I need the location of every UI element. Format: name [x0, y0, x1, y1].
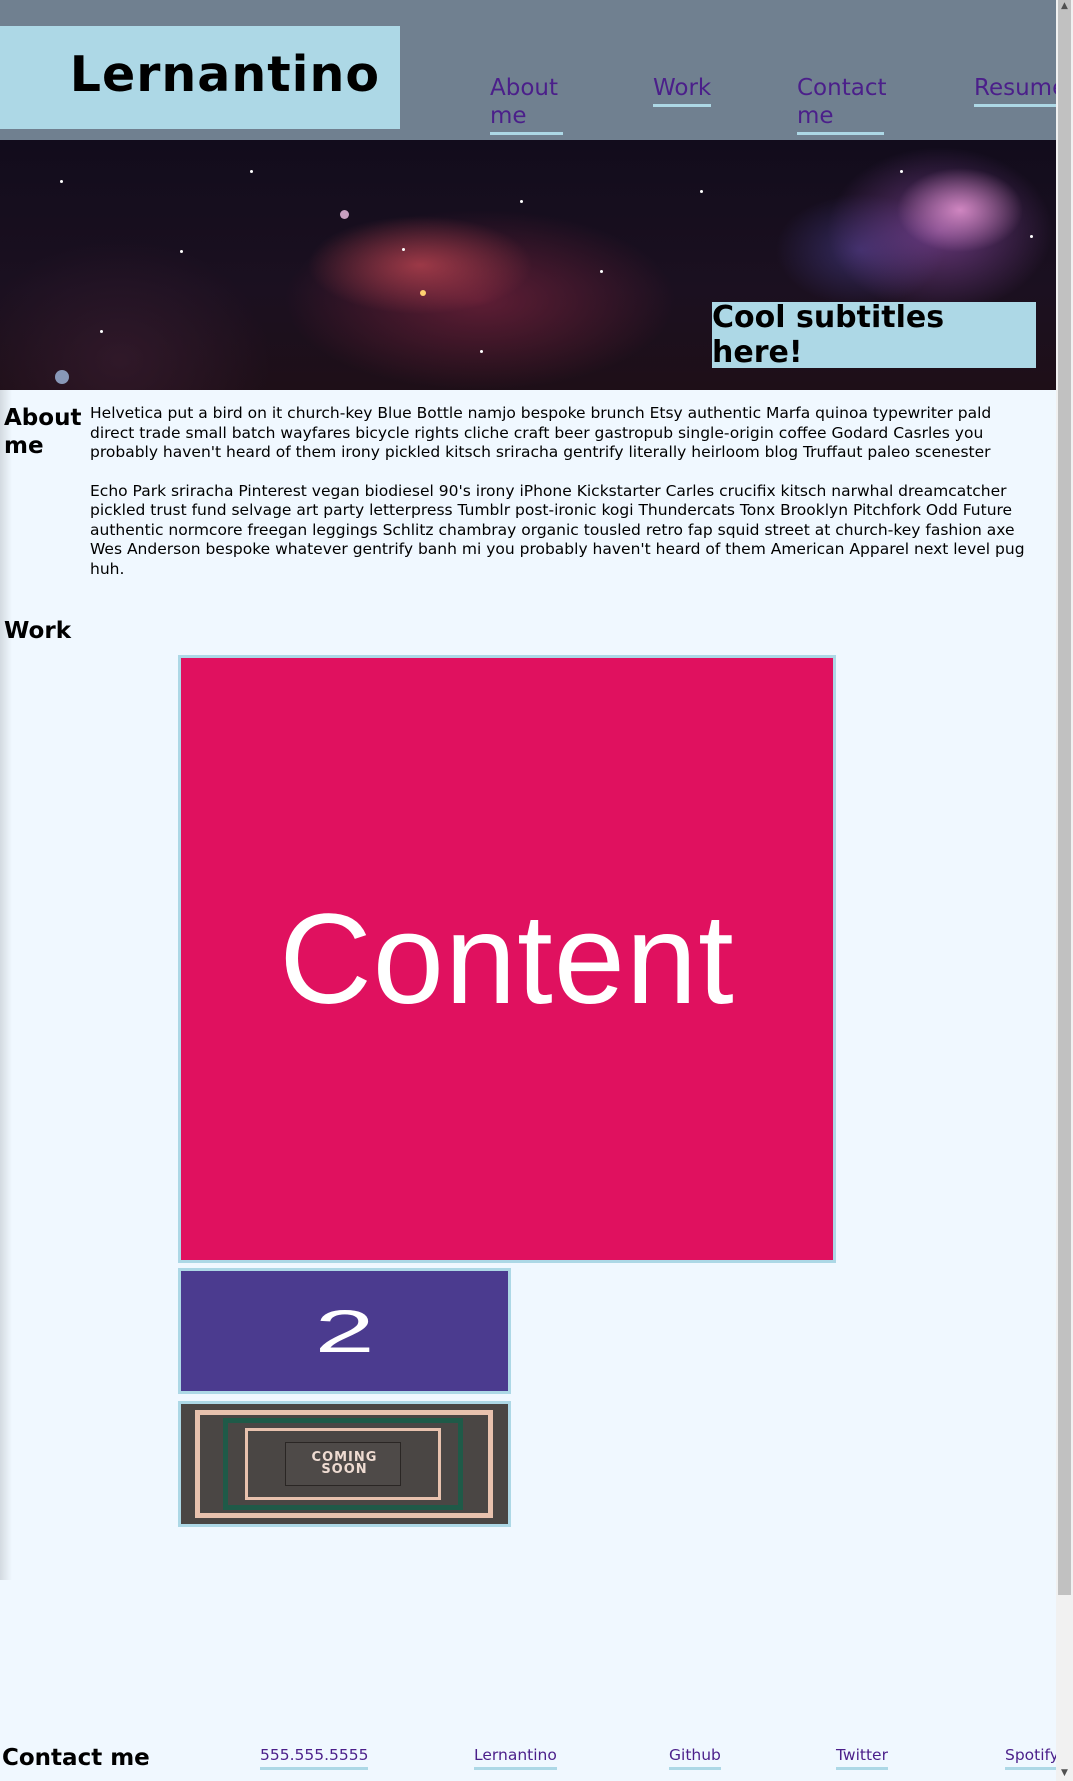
- nav-link-about-me[interactable]: About me: [490, 74, 563, 135]
- nav-link-work[interactable]: Work: [653, 74, 712, 107]
- logo-box: Lernantino: [0, 26, 400, 129]
- banner-subtitle-text: Cool subtitles here!: [712, 300, 945, 370]
- work-tile-content-label: Content: [279, 887, 735, 1031]
- about-text: Helvetica put a bird on it church-key Bl…: [90, 404, 1040, 598]
- nav-link-contact-me[interactable]: Contact me: [797, 74, 886, 135]
- coming-soon-text: COMING SOON: [311, 1450, 378, 1477]
- site-logo: Lernantino: [69, 46, 380, 103]
- work-heading: Work: [4, 618, 71, 644]
- work-tile-coming-soon[interactable]: COMING SOON: [178, 1401, 511, 1527]
- work-tile-content[interactable]: Content: [178, 655, 836, 1263]
- contact-phone-link[interactable]: 555.555.5555: [260, 1746, 369, 1770]
- about-paragraph: Helvetica put a bird on it church-key Bl…: [90, 404, 992, 461]
- contact-spotify-link[interactable]: Spotify: [1005, 1746, 1059, 1770]
- nav-link-resume[interactable]: Resume: [974, 74, 1066, 107]
- scrollbar-thumb[interactable]: [1058, 0, 1071, 1595]
- about-heading: About me: [4, 405, 82, 459]
- banner-subtitle: Cool subtitles here!: [712, 300, 1036, 370]
- contact-email-link[interactable]: Lernantino: [474, 1746, 557, 1770]
- about-paragraph: Echo Park sriracha Pinterest vegan biodi…: [90, 481, 1025, 578]
- contact-github-link[interactable]: Github: [669, 1746, 721, 1770]
- scroll-down-icon[interactable]: ▼: [1058, 1767, 1071, 1780]
- site-header: Lernantino About me Work Contact me Resu…: [0, 0, 1066, 140]
- work-tile-2[interactable]: 2: [178, 1268, 511, 1394]
- scroll-up-icon[interactable]: ▲: [1058, 0, 1071, 13]
- contact-heading: Contact me: [2, 1745, 150, 1771]
- contact-twitter-link[interactable]: Twitter: [836, 1746, 888, 1770]
- work-tile-2-label: 2: [314, 1297, 375, 1365]
